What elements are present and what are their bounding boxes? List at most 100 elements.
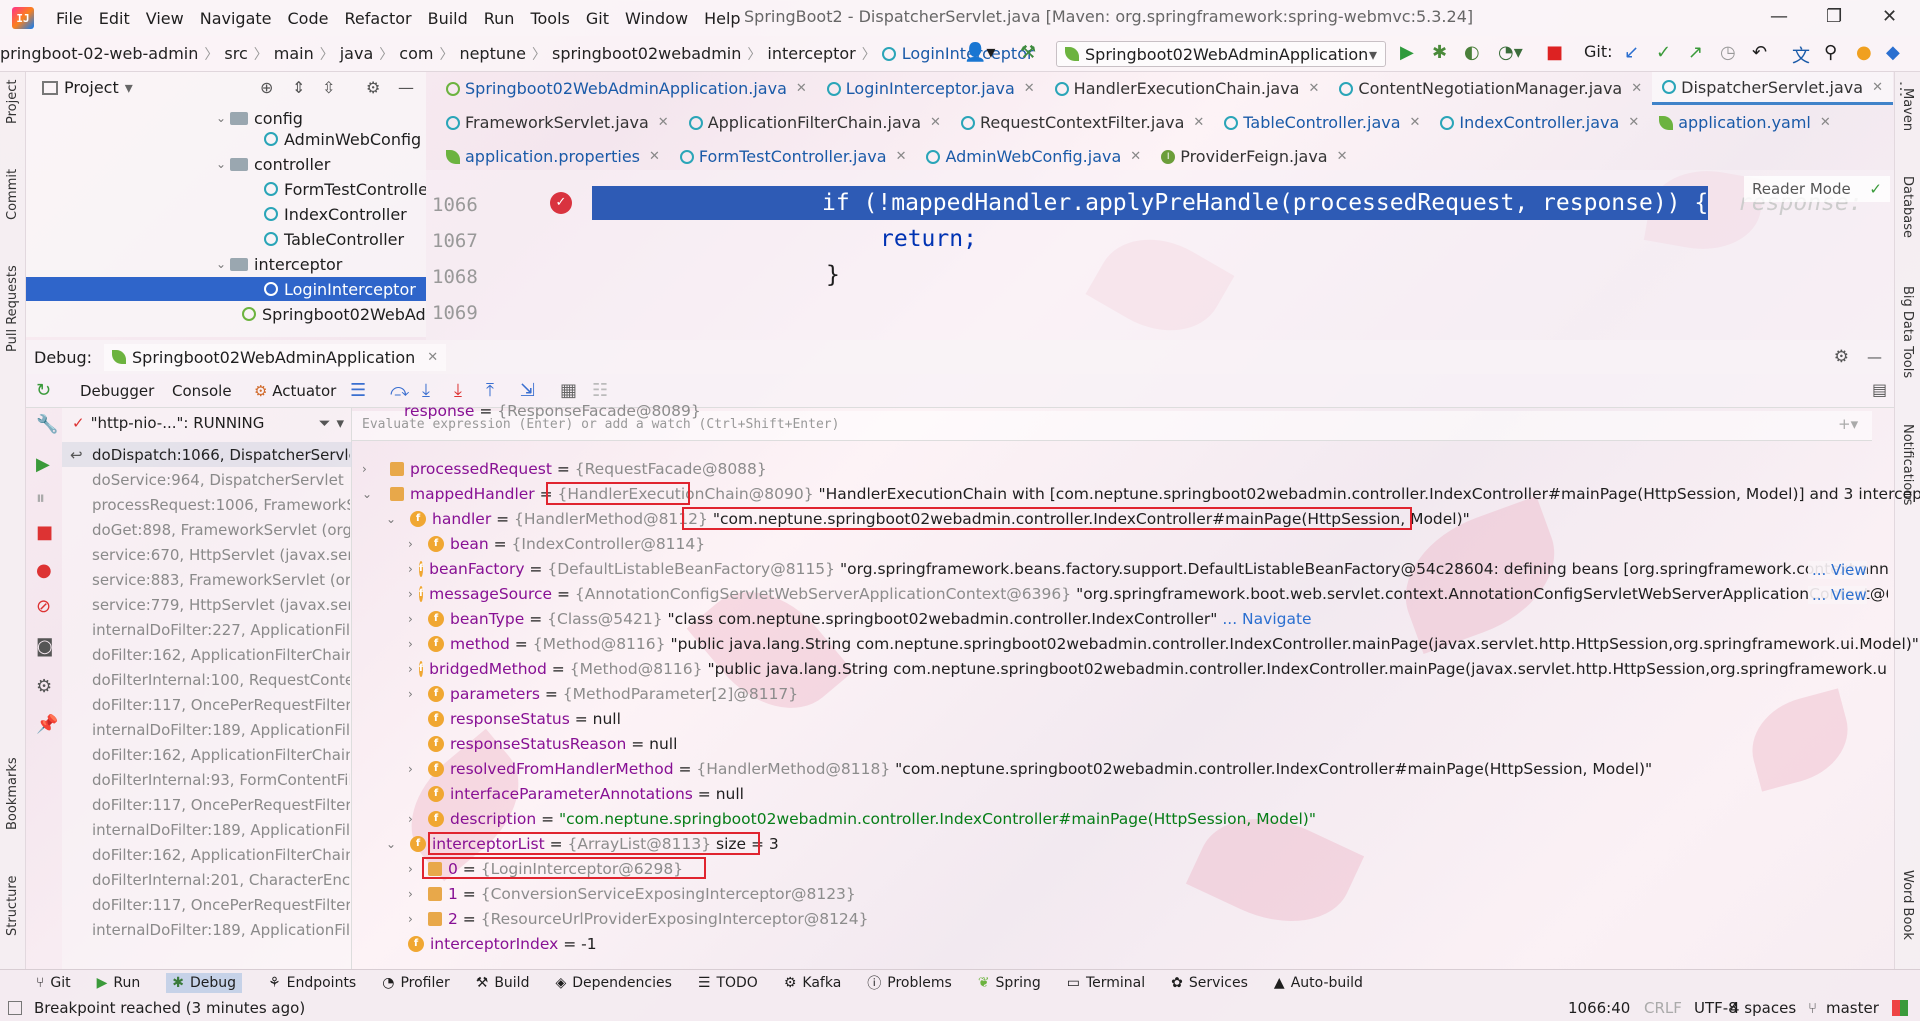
more-vertical-icon[interactable]: ⋮: [1893, 79, 1909, 98]
frame-item[interactable]: doFilter:162, ApplicationFilterChain: [92, 646, 350, 664]
tool-dependencies[interactable]: ◈ Dependencies: [555, 975, 671, 991]
line-separator[interactable]: CRLF: [1644, 999, 1682, 1017]
tool-terminal[interactable]: ▭ Terminal: [1067, 975, 1145, 991]
var-row[interactable]: ⌄ f interceptorList = {ArrayList@8113} siz…: [386, 831, 779, 856]
menu-help[interactable]: Help: [696, 9, 748, 28]
close-icon[interactable]: ✕: [1628, 115, 1639, 130]
menu-git[interactable]: Git: [578, 9, 617, 28]
breadcrumb-interceptor[interactable]: interceptor: [761, 44, 861, 63]
close-icon[interactable]: ✕: [1130, 149, 1141, 164]
var-row[interactable]: › f bean = {IndexController@8114}: [408, 531, 705, 556]
frame-item[interactable]: doFilter:162, ApplicationFilterChain: [92, 846, 350, 864]
profile-icon[interactable]: ◔▾: [1498, 42, 1523, 63]
frame-item[interactable]: internalDoFilter:189, ApplicationFilt: [92, 921, 350, 939]
toggle-panels-icon[interactable]: [8, 1001, 22, 1015]
trace-icon[interactable]: ☷: [592, 380, 608, 401]
user-icon[interactable]: 👤▾: [964, 42, 995, 63]
tool-database[interactable]: Database: [1900, 176, 1915, 238]
hide-icon[interactable]: —: [398, 78, 414, 97]
breakpoint-icon[interactable]: ✓: [550, 192, 572, 214]
tool-auto-build[interactable]: ▲ Auto-build: [1274, 975, 1363, 991]
tool-commit[interactable]: Commit: [5, 169, 20, 220]
tool-kafka[interactable]: ⚙ Kafka: [784, 975, 841, 991]
frame-item[interactable]: internalDoFilter:227, ApplicationFilt: [92, 621, 350, 639]
git-update-icon[interactable]: ↙: [1624, 42, 1639, 63]
restore-icon[interactable]: ❐: [1826, 6, 1842, 27]
var-row[interactable]: › 1 = {ConversionServiceExposingIntercept…: [408, 881, 856, 906]
close-icon[interactable]: ✕: [1631, 81, 1642, 96]
var-row[interactable]: › f beanFactory = {DefaultListableBeanFact…: [408, 556, 1888, 581]
close-icon[interactable]: ✕: [1872, 80, 1883, 95]
tab-handlerexecutionchain[interactable]: HandlerExecutionChain.java ✕: [1045, 72, 1330, 105]
breadcrumb-java[interactable]: java: [334, 44, 380, 63]
collapse-all-icon[interactable]: ⇳: [322, 78, 335, 97]
frame-item[interactable]: service:779, HttpServlet (javax.serv: [92, 596, 350, 614]
breadcrumb-package[interactable]: springboot02webadmin: [546, 44, 747, 63]
var-row[interactable]: ⌄ mappedHandler = {HandlerExecutionChain@…: [362, 481, 1920, 506]
tab-frameworkservlet[interactable]: FrameworkServlet.java ✕: [436, 106, 679, 139]
close-icon[interactable]: ✕: [1193, 115, 1204, 130]
var-row[interactable]: › f description = "com.neptune.springboot0…: [408, 806, 1316, 831]
tool-structure[interactable]: Structure: [5, 876, 20, 936]
hammer-icon[interactable]: ⚒: [1020, 42, 1036, 63]
run-icon[interactable]: ▶: [1400, 42, 1414, 63]
close-icon[interactable]: ✕: [1337, 149, 1348, 164]
var-row[interactable]: f responseStatus = null: [428, 706, 621, 731]
frame-item[interactable]: internalDoFilter:189, ApplicationFilt: [92, 721, 350, 739]
tree-item-logininterceptor[interactable]: LoginInterceptor: [26, 277, 426, 301]
tree-folder-interceptor[interactable]: ⌄ interceptor: [216, 252, 342, 276]
var-row[interactable]: › f parameters = {MethodParameter[2]@8117}: [408, 681, 798, 706]
view-breakpoints-icon[interactable]: ●: [36, 560, 52, 581]
breadcrumb-neptune[interactable]: neptune: [453, 44, 532, 63]
var-row[interactable]: › processedRequest = {RequestFacade@8088}: [362, 456, 767, 481]
thread-select[interactable]: ✓ "http-nio-...": RUNNING ⏷ ▾: [72, 414, 352, 432]
tab-adminwebconfig[interactable]: AdminWebConfig.java ✕: [916, 140, 1151, 173]
run-config-select[interactable]: Springboot02WebAdminApplication ▾: [1056, 41, 1386, 67]
menu-build[interactable]: Build: [420, 9, 476, 28]
tree-item-adminwebconfig[interactable]: AdminWebConfig: [264, 127, 421, 151]
tab-springboot02webadminapplication[interactable]: Springboot02WebAdminApplication.java ✕: [436, 72, 817, 105]
menu-refactor[interactable]: Refactor: [336, 9, 419, 28]
tool-git[interactable]: ⑂ Git: [36, 975, 71, 991]
tab-application-yaml[interactable]: application.yaml ✕: [1649, 106, 1841, 139]
close-icon[interactable]: ✕: [1308, 81, 1319, 96]
close-icon[interactable]: ✕: [1820, 115, 1831, 130]
tool-big-data[interactable]: Big Data Tools: [1900, 286, 1915, 378]
tree-item-application[interactable]: Springboot02WebAdm: [242, 302, 426, 326]
view-link[interactable]: ... View: [1808, 561, 1867, 579]
coverage-icon[interactable]: ◐: [1464, 42, 1480, 63]
tab-actuator[interactable]: ⚙ Actuator: [254, 382, 336, 400]
minimize-icon[interactable]: —: [1770, 6, 1788, 27]
var-row[interactable]: › f bridgedMethod = {Method@8116} "public …: [408, 656, 1888, 681]
caret-position[interactable]: 1066:40: [1568, 999, 1630, 1017]
menu-navigate[interactable]: Navigate: [192, 9, 280, 28]
step-over-icon[interactable]: ⤼: [390, 380, 409, 401]
tab-tablecontroller[interactable]: TableController.java ✕: [1214, 106, 1430, 139]
tab-console[interactable]: Console: [172, 382, 232, 400]
stop-icon[interactable]: ■: [1546, 42, 1563, 63]
menu-icon[interactable]: ☰: [350, 380, 366, 401]
stop-icon[interactable]: ■: [36, 522, 53, 543]
frame-item[interactable]: internalDoFilter:189, ApplicationFilt: [92, 821, 350, 839]
git-commit-icon[interactable]: ✓: [1656, 42, 1671, 63]
close-icon[interactable]: ✕: [796, 81, 807, 96]
frame-item[interactable]: doService:964, DispatcherServlet: [92, 471, 350, 489]
rollback-icon[interactable]: ↶: [1752, 42, 1767, 63]
tool-build[interactable]: ⚒ Build: [476, 975, 530, 991]
tab-dispatcherservlet[interactable]: DispatcherServlet.java ✕: [1652, 72, 1893, 105]
menu-file[interactable]: File: [48, 9, 91, 28]
tool-pull-requests[interactable]: Pull Requests: [5, 265, 20, 352]
pause-icon[interactable]: ⏸: [36, 488, 45, 509]
var-row[interactable]: f interceptorIndex = -1: [408, 931, 597, 956]
frame-item[interactable]: doFilter:117, OncePerRequestFilter: [92, 896, 350, 914]
locate-icon[interactable]: ⊕: [260, 78, 273, 97]
tab-application-properties[interactable]: application.properties ✕: [436, 140, 670, 173]
frame-item[interactable]: doDispatch:1066, DispatcherServlet: [92, 446, 350, 464]
menu-code[interactable]: Code: [280, 9, 337, 28]
close-icon[interactable]: ✕: [427, 350, 438, 365]
tool-project[interactable]: Project: [5, 80, 20, 124]
frame-item[interactable]: doFilterInternal:201, CharacterEnco: [92, 871, 350, 889]
breadcrumb-com[interactable]: com: [393, 44, 439, 63]
tree-folder-controller[interactable]: ⌄ controller: [216, 152, 330, 176]
frame-item[interactable]: processRequest:1006, FrameworkServlet: [92, 496, 350, 514]
